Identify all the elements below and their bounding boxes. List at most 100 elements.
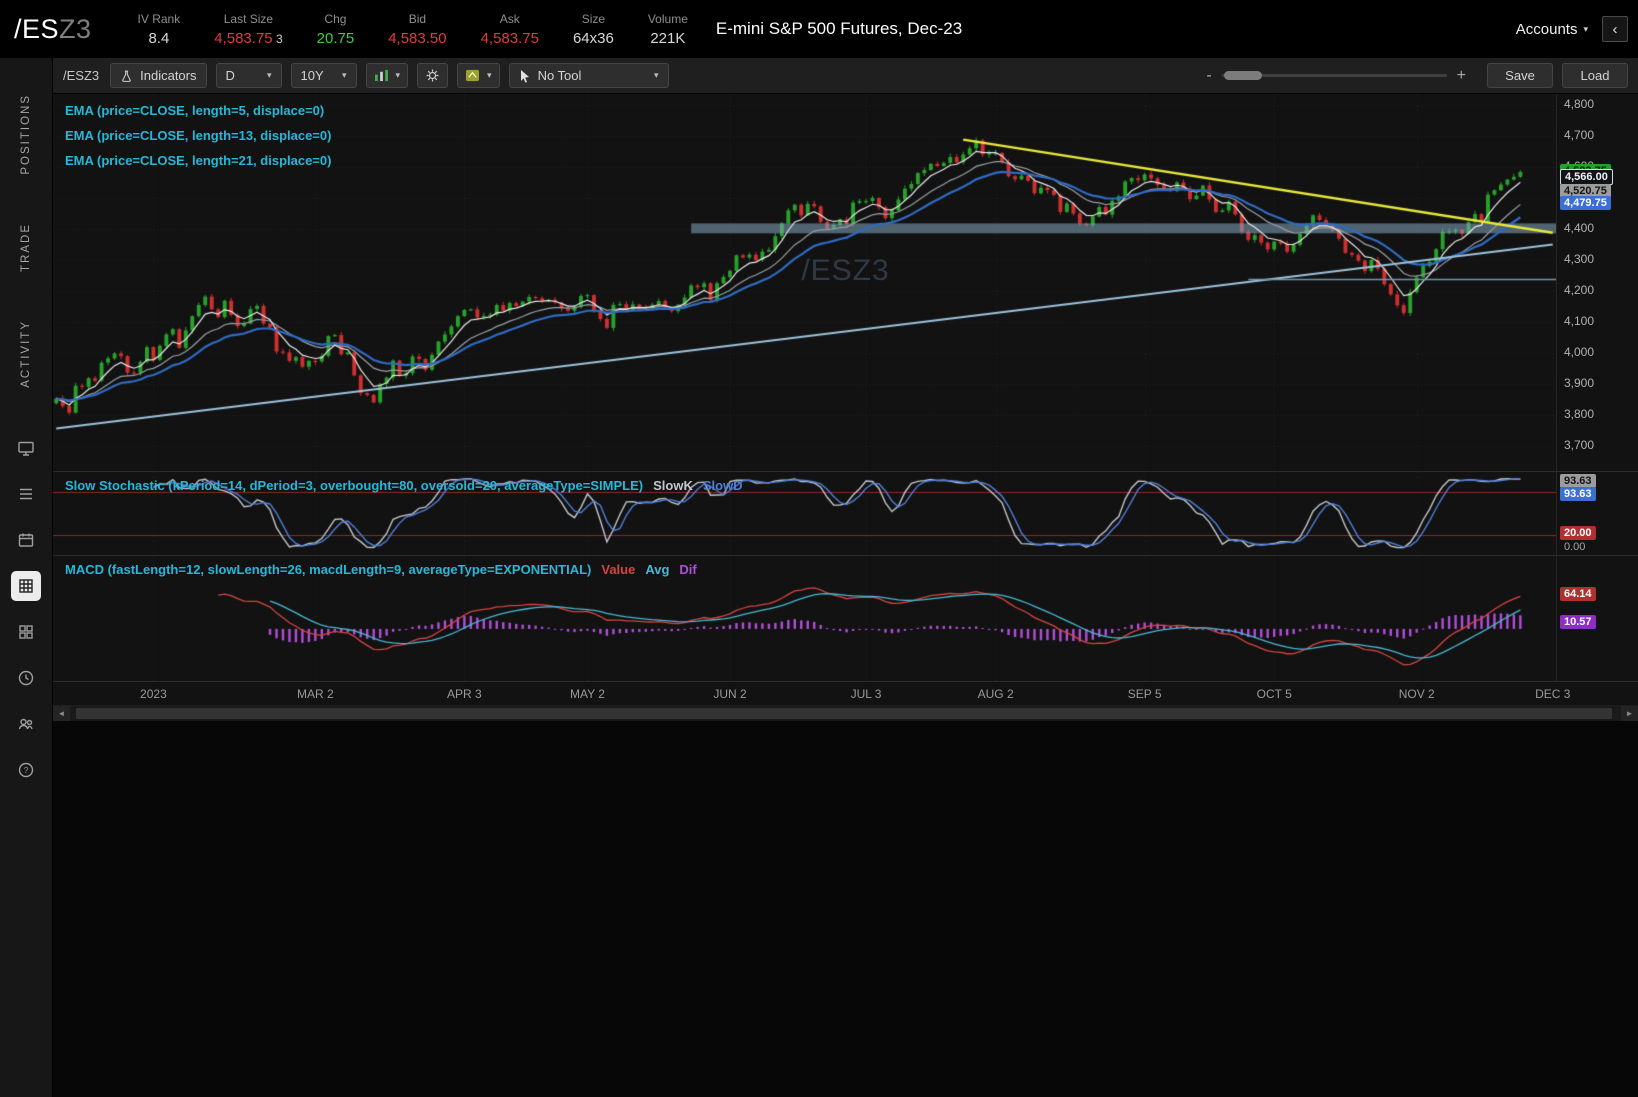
flask-icon bbox=[120, 69, 133, 83]
ema-label-2: EMA (price=CLOSE, length=21, displace=0) bbox=[65, 153, 332, 168]
chart-type-dropdown[interactable]: ▾ bbox=[365, 63, 409, 88]
people-icon[interactable] bbox=[11, 709, 41, 739]
range-dropdown[interactable]: 10Y ▾ bbox=[290, 63, 357, 88]
cursor-icon bbox=[519, 69, 531, 83]
quote-field-size: Size 64x36 bbox=[572, 11, 614, 47]
quote-header: /ESZ3 IV Rank 8.4 Last Size 4,583.75 3 Chg 20… bbox=[0, 0, 1638, 58]
indicators-button[interactable]: Indicators bbox=[110, 63, 207, 88]
macd-label-row: MACD (fastLength=12, slowLength=26, macd… bbox=[65, 562, 697, 577]
macd-dif-label: Dif bbox=[679, 561, 697, 577]
price-chart-panel: EMA (price=CLOSE, length=5, displace=0) E… bbox=[53, 94, 1638, 472]
collapse-panel-button[interactable]: ‹ bbox=[1602, 16, 1628, 42]
tv-icon[interactable] bbox=[11, 433, 41, 463]
zoom-slider-handle[interactable] bbox=[1223, 71, 1262, 80]
drawing-tool-selector[interactable]: No Tool ▾ bbox=[508, 63, 669, 88]
chart-settings-button[interactable] bbox=[417, 63, 449, 88]
price-tick-4100: 4,100 bbox=[1564, 314, 1595, 329]
time-axis[interactable]: 2023 MAR 2 APR 3 MAY 2 JUN 2 JUL 3 AUG 2 SEP 5 O… bbox=[53, 681, 1638, 706]
time-tick-oct-5: OCT 5 bbox=[1256, 686, 1292, 701]
scrollbar-thumb[interactable] bbox=[76, 707, 1612, 719]
time-tick-sep-5: SEP 5 bbox=[1127, 686, 1162, 701]
scrollbar-track[interactable] bbox=[70, 705, 1621, 721]
accounts-dropdown[interactable]: Accounts ▾ bbox=[1516, 21, 1588, 38]
sidebar-tab-activity[interactable]: ACTIVITY bbox=[20, 316, 32, 392]
left-dock: POSITIONS TRADE ACTIVITY ? bbox=[0, 58, 52, 1097]
tool-value: No Tool bbox=[537, 68, 582, 83]
ema-study-labels: EMA (price=CLOSE, length=5, displace=0) E… bbox=[65, 103, 331, 168]
gear-icon bbox=[425, 68, 440, 83]
chart-toolbar: /ESZ3 Indicators D ▾ 10Y ▾ ▾ ▾ No Tool ▾… bbox=[53, 58, 1638, 94]
accounts-label: Accounts bbox=[1515, 20, 1578, 38]
tiles-icon[interactable] bbox=[11, 617, 41, 647]
chevron-left-icon: ‹ bbox=[1612, 20, 1618, 38]
quote-field-volume: Volume 221K bbox=[647, 11, 688, 47]
sidebar-tab-trade[interactable]: TRADE bbox=[20, 219, 32, 276]
chevron-down-icon: ▾ bbox=[1583, 23, 1588, 34]
quote-field-ask: Ask 4,583.75 bbox=[480, 11, 539, 47]
macd-panel: MACD (fastLength=12, slowLength=26, macd… bbox=[53, 555, 1638, 682]
chevron-down-icon: ▾ bbox=[266, 70, 272, 80]
time-tick-aug-2: AUG 2 bbox=[977, 686, 1014, 701]
price-tick-4800: 4,800 bbox=[1564, 96, 1595, 111]
chart-grid-icon[interactable] bbox=[11, 571, 41, 602]
zoom-out-button[interactable]: - bbox=[1206, 67, 1211, 84]
main-row: POSITIONS TRADE ACTIVITY ? /ESZ3 Indicat… bbox=[0, 58, 1638, 1097]
time-tick-dec-3: DEC 3 bbox=[1535, 686, 1571, 701]
stoch-mark-93.63: 93.63 bbox=[1560, 486, 1596, 501]
sidebar-icons: ? bbox=[11, 433, 41, 785]
quote-field-bid: Bid 4,583.50 bbox=[388, 11, 447, 47]
symbol-suffix: Z3 bbox=[59, 13, 92, 44]
macd-mark-10.57: 10.57 bbox=[1560, 614, 1596, 629]
macd-label: MACD (fastLength=12, slowLength=26, macd… bbox=[65, 561, 592, 577]
macd-value-label: Value bbox=[601, 561, 636, 577]
scroll-left-button[interactable]: ◄ bbox=[53, 705, 70, 721]
time-tick-apr-3: APR 3 bbox=[447, 686, 482, 701]
price-tick-4200: 4,200 bbox=[1564, 283, 1595, 298]
time-tick-2023: 2023 bbox=[140, 686, 167, 701]
price-mark-4,479.75: 4,479.75 bbox=[1560, 196, 1611, 211]
chart-area: /ESZ3 Indicators D ▾ 10Y ▾ ▾ ▾ No Tool ▾… bbox=[52, 58, 1638, 1097]
stochastic-panel: Slow Stochastic (kPeriod=14, dPeriod=3, … bbox=[53, 471, 1638, 556]
price-axis[interactable]: 3,700 3,800 3,900 4,000 4,100 4,200 4,300 4,400… bbox=[1556, 94, 1638, 471]
save-label: Save bbox=[1505, 68, 1535, 83]
zoom-in-button[interactable]: + bbox=[1457, 67, 1466, 84]
load-button[interactable]: Load bbox=[1562, 63, 1628, 88]
drawing-set-dropdown[interactable]: ▾ bbox=[457, 63, 500, 88]
time-tick-may-2: MAY 2 bbox=[570, 686, 605, 701]
calendar-icon[interactable] bbox=[11, 525, 41, 555]
scroll-right-button[interactable]: ► bbox=[1621, 705, 1638, 721]
timeframe-value: D bbox=[225, 68, 235, 83]
chart-watermark: /ESZ3 bbox=[801, 253, 890, 287]
contract-description: E-mini S&P 500 Futures, Dec-23 bbox=[715, 19, 963, 38]
save-button[interactable]: Save bbox=[1487, 63, 1553, 88]
time-tick-jun-2: JUN 2 bbox=[713, 686, 747, 701]
price-tick-4700: 4,700 bbox=[1564, 127, 1595, 142]
clock-icon[interactable] bbox=[11, 663, 41, 693]
slowd-label: SlowD bbox=[702, 477, 743, 493]
stoch-mark-0.00: 0.00 bbox=[1564, 540, 1586, 553]
stochastic-axis: 93.63 93.63 20.00 0.00 bbox=[1556, 471, 1638, 555]
zoom-slider[interactable] bbox=[1221, 71, 1447, 80]
time-tick-nov-2: NOV 2 bbox=[1398, 686, 1435, 701]
price-tick-4400: 4,400 bbox=[1564, 220, 1595, 235]
load-label: Load bbox=[1580, 68, 1610, 83]
toolbar-symbol-label: /ESZ3 bbox=[63, 68, 100, 83]
symbol: /ESZ3 bbox=[14, 14, 92, 45]
time-tick-jul-3: JUL 3 bbox=[850, 686, 882, 701]
time-tick-mar-2: MAR 2 bbox=[297, 686, 334, 701]
news-list-icon[interactable] bbox=[11, 479, 41, 509]
help-icon[interactable]: ? bbox=[11, 755, 41, 785]
quote-field-iv-rank: IV Rank 8.4 bbox=[137, 11, 181, 47]
range-value: 10Y bbox=[300, 68, 324, 83]
sidebar-tab-positions[interactable]: POSITIONS bbox=[20, 90, 32, 179]
price-tick-3700: 3,700 bbox=[1564, 438, 1595, 453]
zoom-control: - + bbox=[1206, 67, 1466, 84]
macd-avg-label: Avg bbox=[645, 561, 670, 577]
price-tick-3800: 3,800 bbox=[1564, 407, 1595, 422]
price-tick-3900: 3,900 bbox=[1564, 376, 1595, 391]
ema-label-1: EMA (price=CLOSE, length=13, displace=0) bbox=[65, 128, 332, 143]
slowk-label: SlowK bbox=[653, 477, 693, 493]
timeframe-dropdown[interactable]: D ▾ bbox=[215, 63, 282, 88]
price-tick-4300: 4,300 bbox=[1564, 252, 1595, 266]
bottom-gap bbox=[53, 720, 1638, 1097]
